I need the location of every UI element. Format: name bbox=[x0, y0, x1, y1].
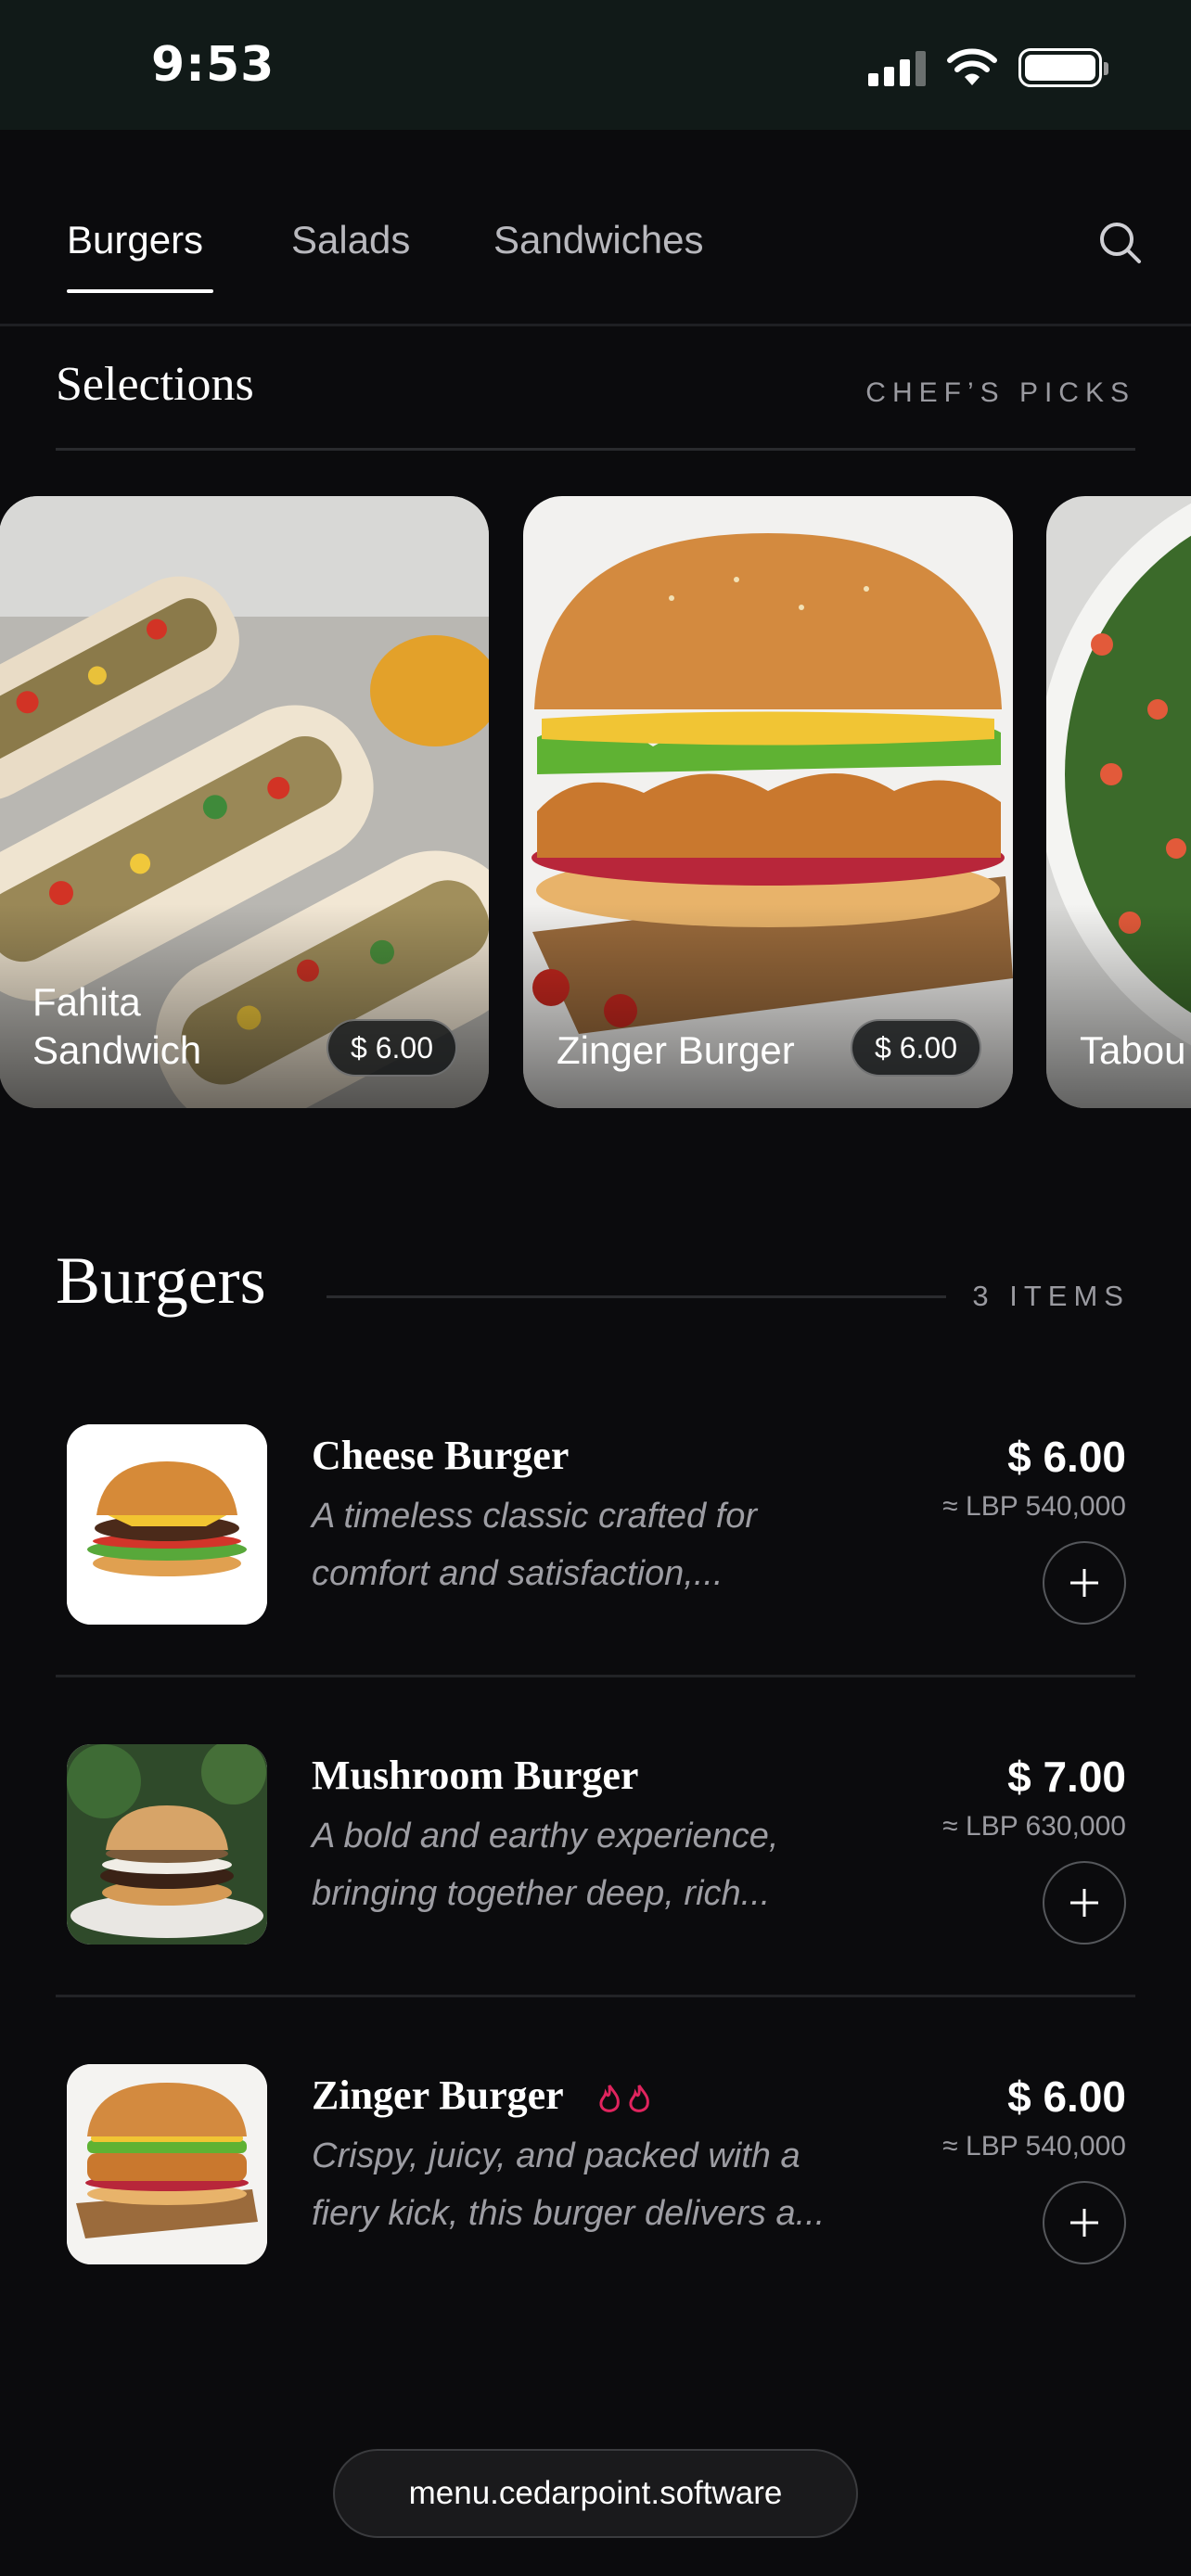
item-price: $ 7.00 bbox=[1007, 1753, 1126, 1801]
flame-icon bbox=[629, 2085, 649, 2112]
selections-carousel[interactable]: Fahita Sandwich $ 6.00 Zinger Burger $ 6… bbox=[0, 496, 1191, 1110]
zinger-burger-thumbnail bbox=[67, 2064, 267, 2264]
menu-item-mushroom-burger[interactable]: Mushroom Burger A bold and earthy experi… bbox=[56, 1677, 1135, 1997]
url-bar[interactable]: menu.cedarpoint.software bbox=[333, 2449, 858, 2538]
card-title: Tabou bbox=[1080, 1028, 1186, 1072]
item-description: Crispy, juicy, and packed with a fiery k… bbox=[312, 2136, 826, 2233]
card-price-badge: $ 6.00 bbox=[327, 1019, 457, 1077]
selection-card-fahita-sandwich[interactable]: Fahita Sandwich $ 6.00 bbox=[0, 496, 489, 1108]
status-bar: 9:53 bbox=[0, 0, 1191, 130]
selections-title: Selections bbox=[56, 358, 254, 411]
battery-icon bbox=[1018, 48, 1108, 87]
cheese-burger-thumbnail bbox=[67, 1424, 267, 1625]
card-shade bbox=[1046, 904, 1191, 1108]
flame-icon bbox=[599, 2085, 620, 2112]
selection-card-zinger-burger[interactable]: Zinger Burger $ 6.00 bbox=[523, 496, 1013, 1108]
item-price: $ 6.00 bbox=[1007, 1433, 1126, 1481]
item-name: Zinger Burger bbox=[312, 2072, 651, 2119]
card-price-badge: $ 6.00 bbox=[851, 1019, 981, 1077]
mushroom-burger-thumbnail bbox=[67, 1744, 267, 1945]
item-price-lbp: ≈ LBP 630,000 bbox=[942, 1811, 1126, 1842]
add-to-cart-button[interactable] bbox=[1043, 1861, 1126, 1945]
spicy-indicator bbox=[597, 2084, 651, 2115]
item-price-lbp: ≈ LBP 540,000 bbox=[942, 2131, 1126, 2162]
item-price: $ 6.00 bbox=[1007, 2072, 1126, 2121]
item-description: A timeless classic crafted for comfort a… bbox=[312, 1497, 758, 1593]
tab-sandwiches[interactable]: Sandwiches bbox=[493, 218, 703, 262]
item-description: A bold and earthy experience, bringing t… bbox=[312, 1817, 779, 1913]
active-tab-indicator bbox=[67, 289, 213, 293]
wifi-icon bbox=[947, 48, 997, 85]
menu-item-zinger-burger[interactable]: Zinger Burger Crispy, juicy, and packed … bbox=[56, 1997, 1135, 2317]
status-icons bbox=[868, 48, 1108, 87]
cellular-signal-icon bbox=[868, 49, 926, 86]
menu-item-cheese-burger[interactable]: Cheese Burger A timeless classic crafted… bbox=[56, 1358, 1135, 1677]
card-title: Zinger Burger bbox=[557, 1028, 795, 1072]
selections-header: Selections CHEF’S PICKS bbox=[56, 357, 1135, 422]
status-time: 9:53 bbox=[151, 37, 275, 93]
items-count: 3 ITEMS bbox=[972, 1280, 1130, 1312]
burgers-section-title: Burgers bbox=[56, 1243, 266, 1318]
add-to-cart-button[interactable] bbox=[1043, 2181, 1126, 2264]
burgers-section-divider bbox=[327, 1295, 946, 1298]
selections-divider bbox=[56, 448, 1135, 451]
chefs-picks-label: CHEF’S PICKS bbox=[865, 377, 1135, 408]
tab-burgers[interactable]: Burgers bbox=[67, 218, 203, 262]
search-icon[interactable] bbox=[1096, 219, 1145, 267]
item-name: Mushroom Burger bbox=[312, 1753, 639, 1798]
selection-card-tabbouleh[interactable]: Tabou bbox=[1046, 496, 1191, 1108]
card-title: Fahita Sandwich bbox=[32, 980, 202, 1072]
category-tabs: Burgers Salads Sandwiches bbox=[0, 130, 1191, 326]
card-shade bbox=[523, 904, 1013, 1108]
add-to-cart-button[interactable] bbox=[1043, 1541, 1126, 1625]
item-price-lbp: ≈ LBP 540,000 bbox=[942, 1491, 1126, 1522]
tab-salads[interactable]: Salads bbox=[291, 218, 410, 262]
item-name-text: Zinger Burger bbox=[312, 2072, 563, 2118]
item-name: Cheese Burger bbox=[312, 1433, 570, 1478]
